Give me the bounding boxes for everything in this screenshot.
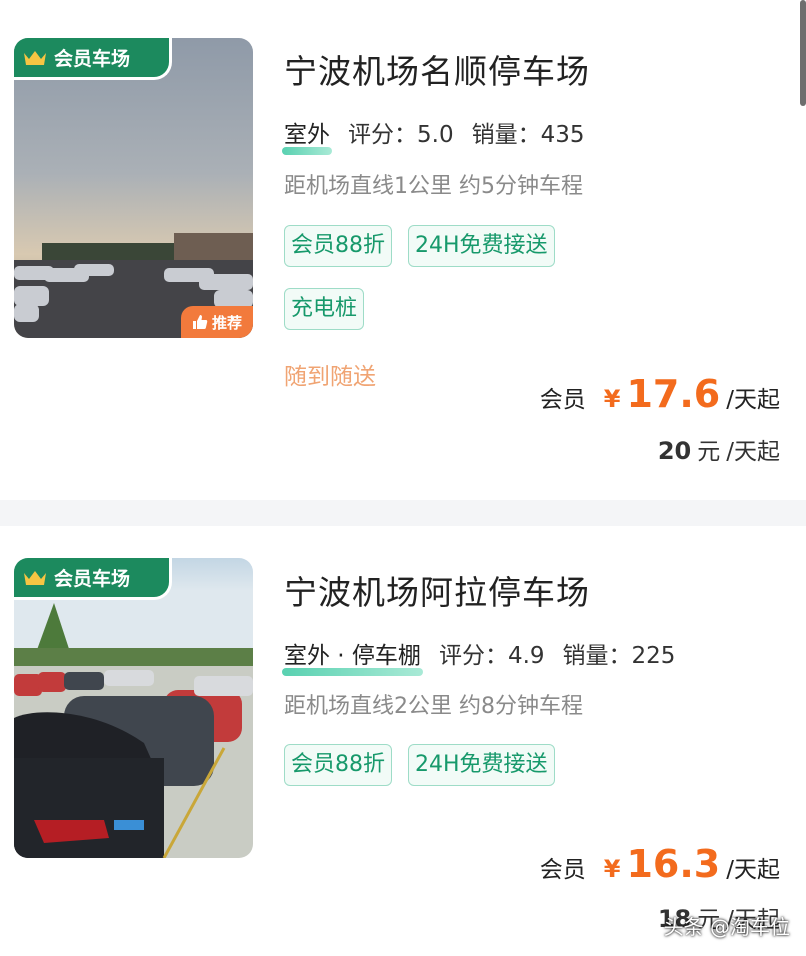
parking-lot-photo-day: [14, 558, 253, 858]
delivery-note: 随到随送: [284, 364, 376, 390]
sales-label: 销量：: [562, 643, 632, 669]
parking-meta: 室外 评分：5.0 销量：435: [282, 115, 585, 155]
feature-tags-row-2: 充电桩: [284, 288, 365, 330]
member-price-value: 16.3: [626, 842, 721, 886]
sales: 销量：225: [563, 636, 676, 670]
member-price-unit: /天起: [726, 857, 780, 883]
member-price: 会员 ¥ 17.6 /天起: [540, 372, 780, 416]
scrollbar[interactable]: [800, 0, 806, 106]
tag-member-discount: 会员88折: [284, 225, 392, 267]
member-price-label: 会员: [539, 387, 586, 413]
member-price: 会员 ¥ 16.3 /天起: [540, 842, 780, 886]
regular-price-unit: /天起: [726, 439, 780, 465]
environment-type: 室外 · 停车棚: [282, 636, 423, 676]
parking-photo[interactable]: 会员车场: [14, 558, 253, 858]
sales-value: 435: [540, 122, 585, 148]
member-price-value: 17.6: [626, 372, 721, 416]
currency-symbol: ¥: [603, 385, 621, 413]
regular-price-value: 20: [657, 437, 692, 465]
regular-price-currency: 元: [697, 439, 721, 465]
watermark: 头条 @淘车位: [663, 915, 790, 939]
member-lot-badge: 会员车场: [14, 38, 172, 80]
sales: 销量：435: [472, 115, 585, 149]
crown-icon: [24, 570, 46, 585]
distance-info: 距机场直线2公里 约8分钟车程: [284, 694, 583, 719]
distance-info: 距机场直线1公里 约5分钟车程: [284, 174, 583, 199]
parking-card-2[interactable]: 会员车场 宁波机场阿拉停车场 室外 · 停车棚 评分：4.9 销量：225 距机…: [0, 526, 806, 956]
member-lot-badge-label: 会员车场: [54, 48, 131, 70]
thumbs-up-icon: [192, 315, 208, 329]
rating: 评分：4.9: [439, 636, 545, 670]
crown-icon: [24, 50, 46, 65]
rating-label: 评分：: [348, 122, 417, 148]
environment-label: 室外: [284, 122, 330, 148]
parking-lot-photo-dusk: [14, 38, 253, 338]
member-lot-badge-label: 会员车场: [54, 568, 131, 590]
member-lot-badge: 会员车场: [14, 558, 172, 600]
tag-free-shuttle: 24H免费接送: [408, 744, 555, 786]
recommend-badge: 推荐: [181, 306, 253, 338]
currency-symbol: ¥: [603, 855, 621, 883]
member-price-unit: /天起: [726, 387, 780, 413]
member-price-label: 会员: [539, 857, 586, 883]
sales-label: 销量：: [471, 122, 541, 148]
environment-highlight: [282, 668, 423, 676]
feature-tags: 会员88折 24H免费接送: [284, 225, 555, 267]
rating-value: 5.0: [417, 122, 454, 148]
rating-value: 4.9: [507, 643, 545, 669]
parking-meta: 室外 · 停车棚 评分：4.9 销量：225: [282, 636, 676, 676]
parking-lot-name[interactable]: 宁波机场名顺停车场: [284, 45, 590, 93]
rating: 评分：5.0: [348, 115, 454, 149]
parking-card-1[interactable]: 会员车场 推荐 宁波机场名顺停车场 室外 评分：5.0 销量：435 距机场直线…: [0, 0, 806, 500]
environment-highlight: [282, 147, 332, 155]
parking-photo[interactable]: 会员车场 推荐: [14, 38, 253, 338]
parking-lot-name[interactable]: 宁波机场阿拉停车场: [284, 566, 590, 614]
regular-price: 20 元 /天起: [658, 432, 780, 466]
tag-member-discount: 会员88折: [284, 744, 392, 786]
rating-label: 评分：: [438, 643, 508, 669]
feature-tags: 会员88折 24H免费接送: [284, 744, 555, 786]
sales-value: 225: [631, 643, 676, 669]
environment-label: 室外 · 停车棚: [284, 643, 421, 669]
tag-charging-pile: 充电桩: [284, 288, 365, 330]
environment-type: 室外: [282, 115, 332, 155]
recommend-badge-label: 推荐: [211, 313, 242, 332]
tag-free-shuttle: 24H免费接送: [408, 225, 555, 267]
